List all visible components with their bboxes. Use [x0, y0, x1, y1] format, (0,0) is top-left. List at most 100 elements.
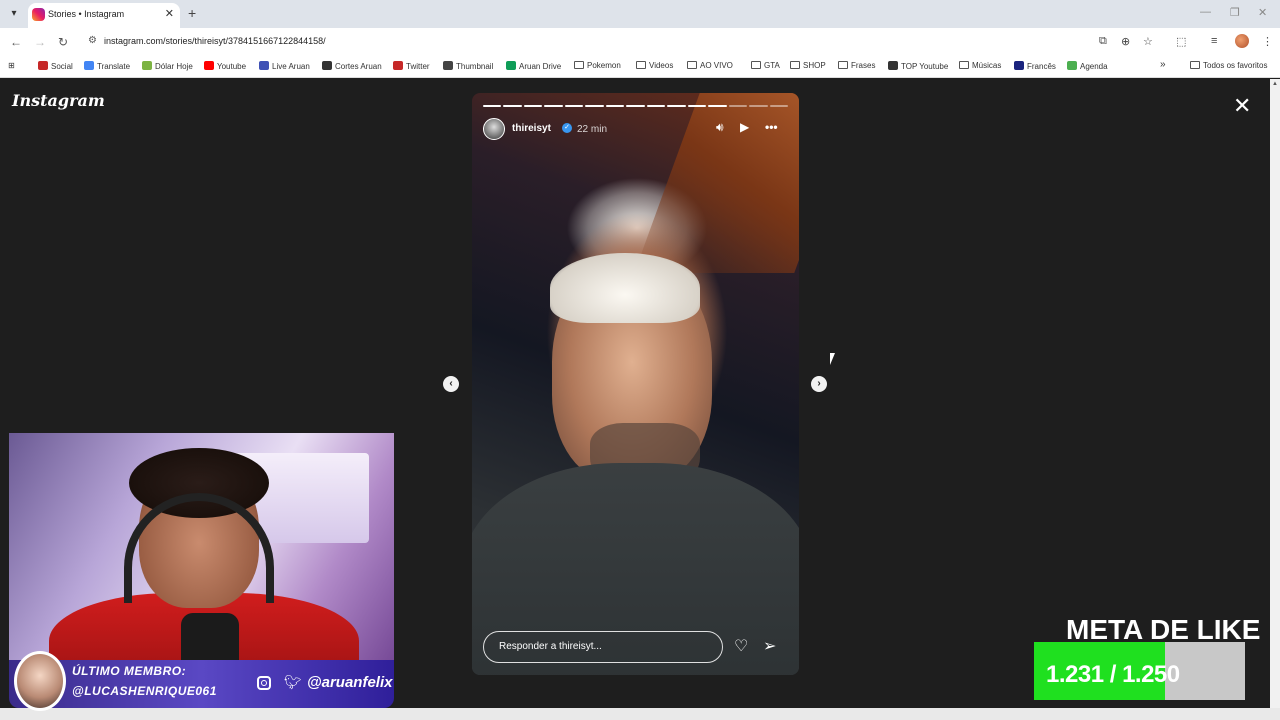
instagram-logo[interactable]: Instagram	[12, 91, 105, 110]
story-username[interactable]: thireisyt	[512, 123, 551, 134]
bookmark-item[interactable]: Dólar Hoje	[142, 61, 193, 71]
bookmark-label: SHOP	[803, 61, 826, 70]
progress-segment	[483, 105, 502, 107]
bookmark-item[interactable]: Agenda	[1067, 61, 1108, 71]
close-viewer-icon[interactable]: ✕	[1233, 95, 1251, 117]
volume-icon[interactable]: 🔊︎	[716, 120, 724, 135]
tab-instagram[interactable]: Stories • Instagram ✕	[28, 3, 180, 28]
member-name: @LUCASHENRIQUE061	[72, 684, 217, 698]
bookmark-item[interactable]: Thumbnail	[443, 61, 493, 71]
share-send-icon[interactable]: ➢	[763, 636, 776, 656]
story-frame[interactable]: thireisyt ✓ 22 min 🔊︎ ▶ ••• Responder a …	[472, 93, 799, 675]
bookmark-item[interactable]: Aruan Drive	[506, 61, 561, 71]
new-tab-icon[interactable]: +	[188, 5, 196, 21]
bookmark-item[interactable]: Francês	[1014, 61, 1056, 71]
bookmark-item[interactable]: Live Aruan	[259, 61, 310, 71]
scrollbar[interactable]: ▲ ▼	[1270, 79, 1280, 720]
all-bookmarks-label: Todos os favoritos	[1203, 61, 1268, 70]
progress-segment	[687, 105, 707, 107]
progress-segment	[503, 105, 522, 107]
instagram-icon	[257, 676, 271, 690]
bookmark-star-icon[interactable]: ☆	[1143, 35, 1153, 48]
all-bookmarks[interactable]: Todos os favoritos	[1190, 61, 1267, 70]
site-info-icon[interactable]: ⚙	[88, 35, 97, 46]
bookmark-item[interactable]: Twitter	[393, 61, 430, 71]
bookmark-item[interactable]: AO VIVO	[687, 61, 733, 70]
bookmark-label: Aruan Drive	[519, 62, 562, 71]
bookmark-favicon-icon	[1014, 61, 1024, 70]
bookmark-item[interactable]: Social	[38, 61, 73, 71]
bookmark-label: AO VIVO	[700, 61, 733, 70]
reply-placeholder: Responder a thireisyt...	[499, 641, 602, 652]
story-user-avatar[interactable]	[483, 118, 505, 140]
bookmark-item[interactable]: Translate	[84, 61, 130, 71]
reload-icon[interactable]: ↻	[58, 35, 68, 49]
like-heart-icon[interactable]: ♡	[734, 636, 748, 656]
previous-story-icon[interactable]: ‹	[443, 376, 459, 392]
bookmark-label: Pokemon	[587, 61, 621, 70]
progress-segment	[708, 105, 727, 107]
progress-segment	[544, 105, 563, 107]
forward-icon[interactable]: →	[34, 35, 46, 49]
media-control-icon[interactable]: ≡	[1211, 35, 1217, 47]
back-icon[interactable]: ←	[10, 35, 22, 49]
more-options-icon[interactable]: •••	[765, 120, 778, 134]
scroll-up-icon[interactable]: ▲	[1272, 81, 1278, 87]
story-time: 22 min	[577, 124, 608, 135]
story-hair-shape	[550, 253, 700, 323]
folder-icon	[790, 61, 800, 69]
bookmark-favicon-icon	[322, 61, 332, 70]
minimize-icon[interactable]: —	[1200, 6, 1211, 18]
bookmark-label: Músicas	[972, 61, 1002, 70]
bookmark-item[interactable]: Músicas	[959, 61, 1001, 70]
bookmark-item[interactable]: Cortes Aruan	[322, 61, 382, 71]
tab-bar: ▾ Stories • Instagram ✕ + — ❐ ✕	[0, 0, 1280, 28]
folder-icon	[751, 61, 761, 69]
address-bar[interactable]: ⚙ instagram.com/stories/thireisyt/378415…	[82, 31, 1092, 53]
more-bookmarks-icon[interactable]: »	[1160, 59, 1166, 70]
bookmark-item[interactable]: Frases	[838, 61, 875, 70]
zoom-icon[interactable]: ⊕	[1121, 35, 1130, 48]
bookmark-favicon-icon	[204, 61, 214, 70]
nav-bar: ← → ↻ ⚙ instagram.com/stories/thireisyt/…	[0, 28, 1280, 56]
install-app-icon[interactable]: ⧉	[1099, 35, 1107, 48]
window-close-icon[interactable]: ✕	[1258, 6, 1267, 19]
story-progress	[483, 105, 789, 107]
bookmarks-bar: ⊞ Todos os favoritos » Social Translate Dó…	[0, 56, 1280, 78]
bookmark-item[interactable]: GTA	[751, 61, 780, 70]
progress-segment	[646, 105, 666, 107]
bottom-strip	[0, 708, 1280, 720]
progress-segment	[564, 105, 584, 107]
bookmark-item[interactable]: Youtube	[204, 61, 246, 71]
tab-title: Stories • Instagram	[48, 9, 125, 19]
instagram-favicon-icon	[32, 8, 45, 21]
progress-segment	[523, 105, 543, 107]
progress-segment	[585, 105, 604, 107]
verified-badge-icon: ✓	[562, 123, 572, 133]
extensions-icon[interactable]: ⬚	[1176, 35, 1186, 48]
bookmark-item[interactable]: Videos	[636, 61, 673, 70]
bookmark-item[interactable]: Pokemon	[574, 61, 621, 70]
bookmark-item[interactable]: TOP Youtube	[888, 61, 948, 71]
bookmark-favicon-icon	[142, 61, 152, 70]
bookmark-favicon-icon	[84, 61, 94, 70]
menu-icon[interactable]: ⋮	[1262, 35, 1273, 48]
play-icon[interactable]: ▶	[740, 120, 749, 134]
restore-icon[interactable]: ❐	[1230, 6, 1240, 19]
folder-icon	[838, 61, 848, 69]
bookmark-label: TOP Youtube	[901, 62, 949, 71]
bookmark-favicon-icon	[888, 61, 898, 70]
bookmark-favicon-icon	[38, 61, 48, 70]
next-story-icon[interactable]: ›	[811, 376, 827, 392]
tab-close-icon[interactable]: ✕	[165, 7, 174, 20]
folder-icon	[959, 61, 969, 69]
reply-input[interactable]: Responder a thireisyt...	[483, 631, 723, 663]
bookmark-label: Youtube	[217, 62, 247, 71]
profile-avatar[interactable]	[1235, 34, 1249, 48]
bookmark-item[interactable]: SHOP	[790, 61, 826, 70]
bookmark-label: Cortes Aruan	[335, 62, 382, 71]
folder-icon	[687, 61, 697, 69]
tab-search-icon[interactable]: ▾	[6, 6, 22, 22]
apps-grid-icon[interactable]: ⊞	[8, 61, 15, 70]
like-goal-count: 1.231 / 1.250	[1046, 661, 1180, 688]
